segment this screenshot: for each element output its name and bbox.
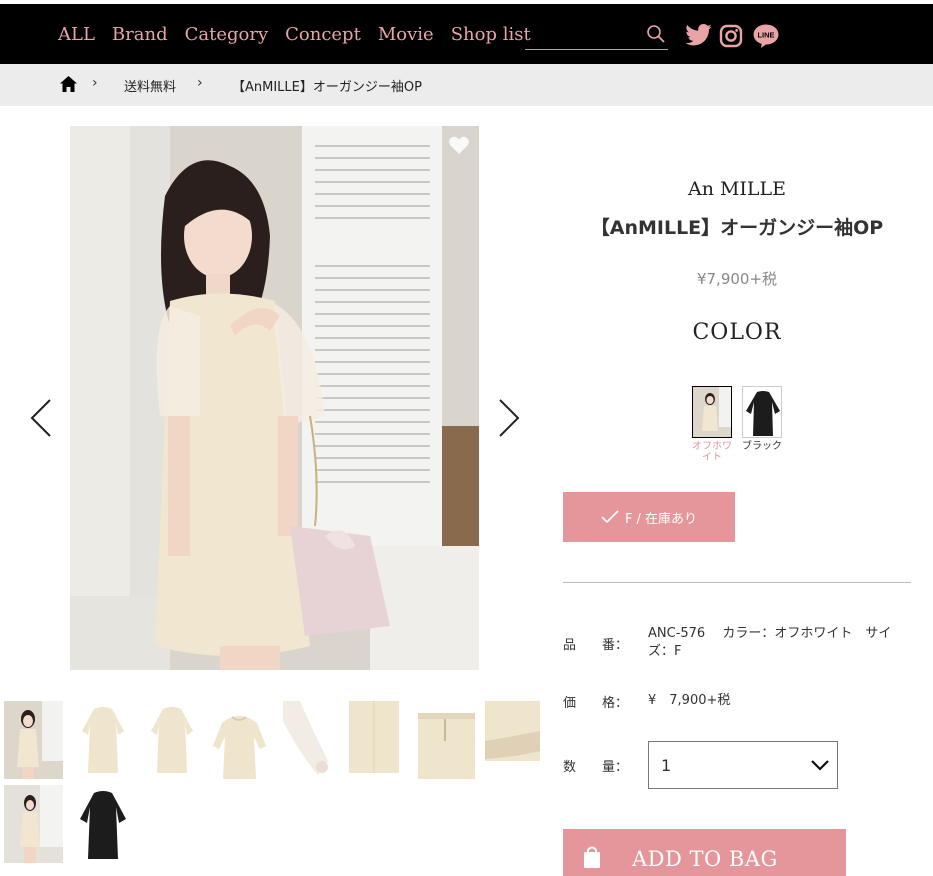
size-stock-label: F / 在庫あり [624,511,698,527]
thumbnail-image[interactable] [4,785,63,863]
breadcrumb-item-current: 【AnMILLE】オーガンジー袖OP [232,80,422,95]
chevron-down-icon [811,760,829,771]
search-input[interactable] [525,22,645,48]
search-icon[interactable] [646,24,666,44]
nav-item-concept[interactable]: Concept [285,24,361,45]
quantity-value: 1 [661,755,672,775]
nav-item-all[interactable]: ALL [58,24,95,45]
product-brand[interactable]: An MILLE [563,178,911,200]
heart-icon[interactable] [449,136,469,154]
color-label-off-white: オフホワイト [692,441,732,463]
thumbnail-image[interactable] [278,701,337,779]
main-nav: ALL Brand Category Concept Movie Shop li… [58,4,531,64]
add-to-bag-button[interactable]: ADD TO BAG [563,829,846,876]
spec-key: 数 量： [563,760,629,775]
color-label-black: ブラック [742,441,782,452]
quantity-select[interactable]: 1 [648,741,838,789]
line-icon[interactable]: LINE [753,24,779,48]
product-photo [70,126,479,670]
size-stock-button[interactable]: F / 在庫あり [563,492,735,542]
top-nav-bar: ALL Brand Category Concept Movie Shop li… [0,4,933,64]
thumbnail-image[interactable] [485,701,540,779]
product-name: 【AnMILLE】オーガンジー袖OP [590,217,884,239]
product-price: ¥7,900+税 [696,270,778,288]
thumbnail-image[interactable] [74,701,133,779]
search-box [525,22,668,50]
nav-item-category[interactable]: Category [185,24,269,45]
main-product-image[interactable] [70,126,479,670]
thumbnail-image[interactable] [347,701,406,779]
spec-value: ¥ 7,900+税 [648,693,731,708]
color-swatch-off-white[interactable] [692,386,732,438]
thumbnail-image[interactable] [210,701,269,779]
breadcrumb-separator: › [92,75,98,91]
check-icon [601,510,619,524]
twitter-icon[interactable] [685,24,712,46]
spec-key: 価 格： [563,696,629,711]
thumbnail-image[interactable] [74,785,133,863]
breadcrumb-separator: › [197,75,203,91]
nav-item-movie[interactable]: Movie [378,24,434,45]
add-to-bag-label: ADD TO BAG [632,847,778,871]
home-icon[interactable] [60,76,77,92]
nav-item-brand[interactable]: Brand [112,24,168,45]
svg-text:LINE: LINE [757,31,774,40]
spec-value: ANC-576 カラー：オフホワイト サイズ：F [648,626,892,659]
bag-icon [584,846,600,868]
nav-item-shop-list[interactable]: Shop list [451,24,531,45]
thumbnail-image[interactable] [4,701,63,779]
breadcrumb: › 送料無料 › 【AnMILLE】オーガンジー袖OP [0,64,933,106]
instagram-icon[interactable] [719,24,743,48]
thumbnail-image[interactable] [143,701,202,779]
chevron-left-icon[interactable] [30,398,52,447]
color-heading: COLOR [692,320,782,345]
divider [563,582,911,583]
breadcrumb-item-free-shipping[interactable]: 送料無料 [124,76,176,95]
spec-key: 品 番： [563,638,629,653]
chevron-right-icon[interactable] [498,398,520,447]
thumbnail-image[interactable] [416,701,475,779]
color-swatch-black[interactable] [742,386,782,438]
